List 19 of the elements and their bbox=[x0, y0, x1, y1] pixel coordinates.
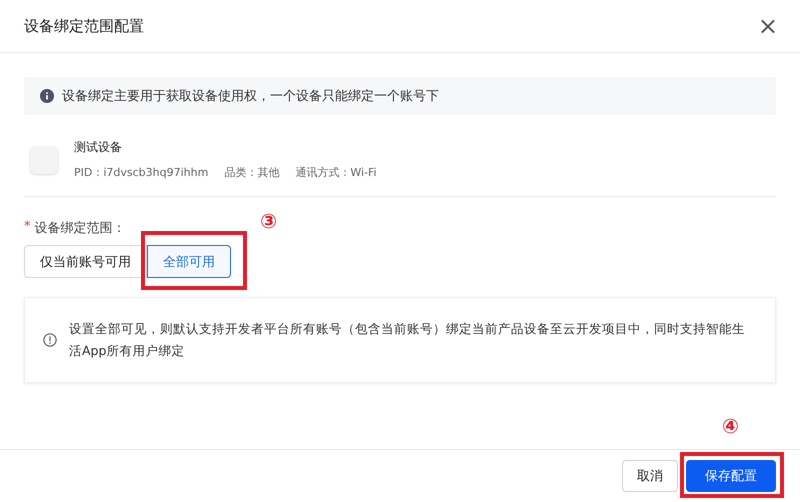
info-icon bbox=[40, 89, 54, 103]
field-label: 设备绑定范围： bbox=[34, 220, 126, 237]
save-button[interactable]: 保存配置 bbox=[686, 460, 776, 492]
device-meta: PID：i7dvscb3hq97ihhm bbox=[74, 165, 208, 180]
step-number: ③ bbox=[260, 211, 277, 231]
close-button[interactable]: × bbox=[754, 12, 782, 40]
device-name: 测试设备 bbox=[74, 139, 123, 156]
required-mark: * bbox=[24, 219, 30, 236]
scope-option[interactable]: 仅当前账号可用 bbox=[24, 245, 147, 278]
scope-option[interactable]: 全部可用 bbox=[147, 245, 231, 278]
dialog-title: 设备绑定范围配置 bbox=[24, 16, 144, 36]
cancel-button[interactable]: 取消 bbox=[622, 460, 678, 492]
info-text: 设备绑定主要用于获取设备使用权，一个设备只能绑定一个账号下 bbox=[62, 88, 439, 105]
hint-text: 设置全部可见，则默认支持开发者平台所有账号（包含当前账号）绑定当前产品设备至云开发项目中，同时支持智能生活App所有用户绑定 bbox=[69, 320, 746, 360]
device-icon bbox=[30, 146, 58, 174]
device-meta: 品类：其他 bbox=[224, 165, 280, 180]
device-meta: 通讯方式：Wi-Fi bbox=[295, 165, 377, 180]
warning-icon bbox=[43, 333, 57, 347]
step-number: ④ bbox=[722, 416, 739, 436]
